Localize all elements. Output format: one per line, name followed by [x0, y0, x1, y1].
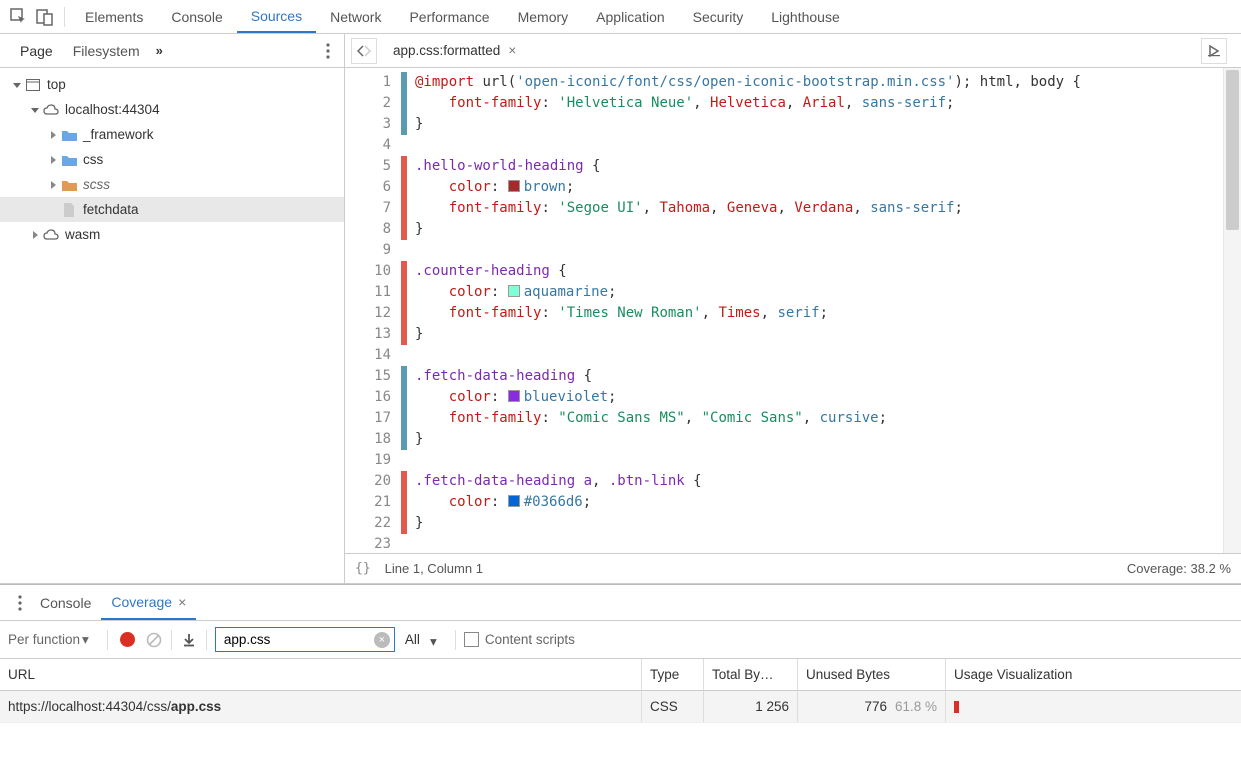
- tab-sources[interactable]: Sources: [237, 0, 316, 33]
- cell-type: CSS: [642, 691, 704, 722]
- tab-memory[interactable]: Memory: [504, 0, 583, 33]
- content-scripts-checkbox[interactable]: [464, 632, 479, 647]
- folder-blue-icon: [61, 127, 77, 143]
- expand-arrow-icon[interactable]: [28, 228, 42, 242]
- main-toolbar: ElementsConsoleSourcesNetworkPerformance…: [0, 0, 1241, 34]
- file-icon: [61, 202, 77, 218]
- usage-bar: [954, 701, 959, 713]
- coverage-mode-label[interactable]: Per function: [8, 632, 80, 647]
- drawer-tab-console[interactable]: Console: [30, 585, 101, 620]
- col-header-url[interactable]: URL: [0, 659, 642, 690]
- col-header-type[interactable]: Type: [642, 659, 704, 690]
- tree-label: fetchdata: [83, 202, 139, 217]
- expand-arrow-icon[interactable]: [46, 128, 60, 142]
- editor-tab[interactable]: app.css:formatted ×: [385, 34, 524, 67]
- dropdown-icon[interactable]: ▾: [82, 632, 89, 648]
- type-filter-select[interactable]: All: [405, 632, 437, 647]
- tree-item-scss[interactable]: scss: [0, 172, 344, 197]
- drawer-menu-icon[interactable]: [10, 595, 30, 611]
- url-filter-input[interactable]: [215, 627, 395, 652]
- coverage-toolbar: Per function ▾ × All Content scripts: [0, 621, 1241, 659]
- tree-label: scss: [83, 177, 110, 192]
- line-gutter: 1234567891011121314151617181920212223: [345, 68, 401, 553]
- cell-unused: 77661.8 %: [798, 691, 946, 722]
- sidebar-tab-page[interactable]: Page: [10, 34, 63, 67]
- tree-item--framework[interactable]: _framework: [0, 122, 344, 147]
- run-snippet-icon[interactable]: [1201, 38, 1227, 64]
- tree-item-top[interactable]: top: [0, 72, 344, 97]
- coverage-table: URL Type Total By… Unused Bytes Usage Vi…: [0, 659, 1241, 759]
- folder-orange-icon: [61, 177, 77, 193]
- file-tree[interactable]: top localhost:44304 _frameworkcss scss fetch…: [0, 68, 344, 583]
- history-nav-icon[interactable]: [351, 38, 377, 64]
- drawer-tab-coverage[interactable]: Coverage ×: [101, 585, 196, 620]
- clear-filter-icon[interactable]: ×: [374, 632, 390, 648]
- drawer: ConsoleCoverage × Per function ▾ × All: [0, 584, 1241, 759]
- col-header-usage[interactable]: Usage Visualization: [946, 659, 1241, 690]
- close-icon[interactable]: ×: [178, 594, 186, 610]
- vertical-scrollbar[interactable]: [1223, 68, 1241, 553]
- tab-performance[interactable]: Performance: [395, 0, 503, 33]
- tree-item-wasm[interactable]: wasm: [0, 222, 344, 247]
- pretty-print-icon[interactable]: {}: [355, 561, 371, 576]
- tree-item-fetchdata[interactable]: fetchdata: [0, 197, 344, 222]
- tree-label: _framework: [83, 127, 154, 142]
- col-header-total[interactable]: Total By…: [704, 659, 798, 690]
- panel-tabs: ElementsConsoleSourcesNetworkPerformance…: [71, 0, 854, 33]
- sidebar-tab-filesystem[interactable]: Filesystem: [63, 34, 150, 67]
- tree-label: css: [83, 152, 103, 167]
- expand-arrow-icon[interactable]: [28, 103, 42, 117]
- close-icon[interactable]: ×: [508, 43, 516, 58]
- tab-network[interactable]: Network: [316, 0, 395, 33]
- code-editor[interactable]: @import url('open-iconic/font/css/open-i…: [407, 68, 1223, 553]
- tab-application[interactable]: Application: [582, 0, 679, 33]
- expand-arrow-icon[interactable]: [46, 178, 60, 192]
- tree-label: localhost:44304: [65, 102, 160, 117]
- window-icon: [25, 77, 41, 93]
- tree-label: wasm: [65, 227, 100, 242]
- tab-console[interactable]: Console: [157, 0, 236, 33]
- editor-tab-label: app.css:formatted: [393, 43, 500, 58]
- tab-lighthouse[interactable]: Lighthouse: [757, 0, 854, 33]
- editor-status-bar: {} Line 1, Column 1 Coverage: 38.2 %: [345, 553, 1241, 583]
- cloud-icon: [43, 102, 59, 118]
- content-scripts-label: Content scripts: [485, 632, 575, 647]
- col-header-unused[interactable]: Unused Bytes: [798, 659, 946, 690]
- device-toggle-icon[interactable]: [32, 4, 58, 30]
- record-button[interactable]: [120, 632, 135, 647]
- coverage-summary: Coverage: 38.2 %: [1127, 561, 1231, 576]
- cell-usage: [946, 691, 1241, 722]
- cursor-position: Line 1, Column 1: [385, 561, 483, 576]
- more-tabs-icon[interactable]: »: [150, 43, 169, 58]
- expand-arrow-icon[interactable]: [46, 153, 60, 167]
- sources-sidebar: PageFilesystem » top localhost:44304 _fram…: [0, 34, 345, 583]
- clear-button[interactable]: [145, 631, 163, 649]
- folder-blue-icon: [61, 152, 77, 168]
- spacer: [46, 203, 60, 217]
- sidebar-menu-icon[interactable]: [322, 43, 334, 59]
- cloud-icon: [43, 227, 59, 243]
- tree-item-css[interactable]: css: [0, 147, 344, 172]
- cell-total: 1 256: [704, 691, 798, 722]
- tree-item-localhost-44304[interactable]: localhost:44304: [0, 97, 344, 122]
- tab-elements[interactable]: Elements: [71, 0, 157, 33]
- tab-security[interactable]: Security: [679, 0, 758, 33]
- cell-url: https://localhost:44304/css/app.css: [0, 691, 642, 722]
- inspect-element-icon[interactable]: [6, 4, 32, 30]
- coverage-row[interactable]: https://localhost:44304/css/app.cssCSS1 …: [0, 691, 1241, 723]
- tree-label: top: [47, 77, 66, 92]
- expand-arrow-icon[interactable]: [10, 78, 24, 92]
- export-button[interactable]: [180, 631, 198, 649]
